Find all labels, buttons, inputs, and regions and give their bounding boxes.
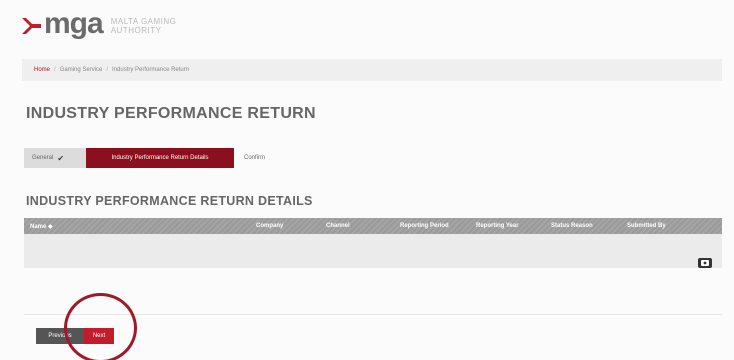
step-confirm[interactable]: Confirm xyxy=(234,148,273,168)
grid-body xyxy=(24,234,722,268)
column-header-reporting-period[interactable]: Reporting Period xyxy=(400,223,449,229)
step-general[interactable]: General ✔ xyxy=(24,148,86,168)
divider xyxy=(24,314,722,315)
column-header-company[interactable]: Company xyxy=(256,223,283,229)
breadcrumb-separator: / xyxy=(54,67,56,73)
column-header-reporting-year[interactable]: Reporting Year xyxy=(476,223,519,229)
grid-header: Name ◆ Company Channel Reporting Period … xyxy=(24,218,722,234)
next-button[interactable]: Next xyxy=(84,328,114,344)
section-title: INDUSTRY PERFORMANCE RETURN DETAILS xyxy=(26,194,313,208)
breadcrumb-current: Industry Performance Return xyxy=(112,67,190,73)
logo-subtitle: Malta Gaming Authority xyxy=(110,17,177,35)
column-header-channel[interactable]: Channel xyxy=(326,223,350,229)
action-menu-icon[interactable] xyxy=(698,258,712,268)
page-title: INDUSTRY PERFORMANCE RETURN xyxy=(26,105,316,122)
breadcrumb-gaming-service-link[interactable]: Gaming Service xyxy=(60,67,103,73)
wizard-steps: General ✔ Industry Performance Return De… xyxy=(24,148,273,168)
column-header-submitted-by[interactable]: Submitted By xyxy=(627,223,666,229)
logo-wordmark: mga xyxy=(44,7,104,40)
previous-button[interactable]: Previous xyxy=(36,328,84,344)
step-general-label: General xyxy=(32,155,54,161)
step-details[interactable]: Industry Performance Return Details xyxy=(86,148,234,168)
column-header-status-reason[interactable]: Status Reason xyxy=(551,223,593,229)
mga-logo-mark-icon xyxy=(20,12,42,40)
details-grid: Name ◆ Company Channel Reporting Period … xyxy=(24,218,722,268)
breadcrumb-home-link[interactable]: Home xyxy=(34,67,50,73)
step-details-label: Industry Performance Return Details xyxy=(111,155,209,161)
breadcrumb-separator: / xyxy=(106,67,109,73)
mga-logo[interactable]: mga Malta Gaming Authority xyxy=(20,7,177,42)
breadcrumb: Home / Gaming Service / Industry Perform… xyxy=(22,59,722,81)
check-icon: ✔ xyxy=(57,153,65,163)
step-confirm-label: Confirm xyxy=(244,155,266,161)
highlight-circle-annotation xyxy=(64,293,137,360)
column-header-name[interactable]: Name ◆ xyxy=(30,223,53,230)
